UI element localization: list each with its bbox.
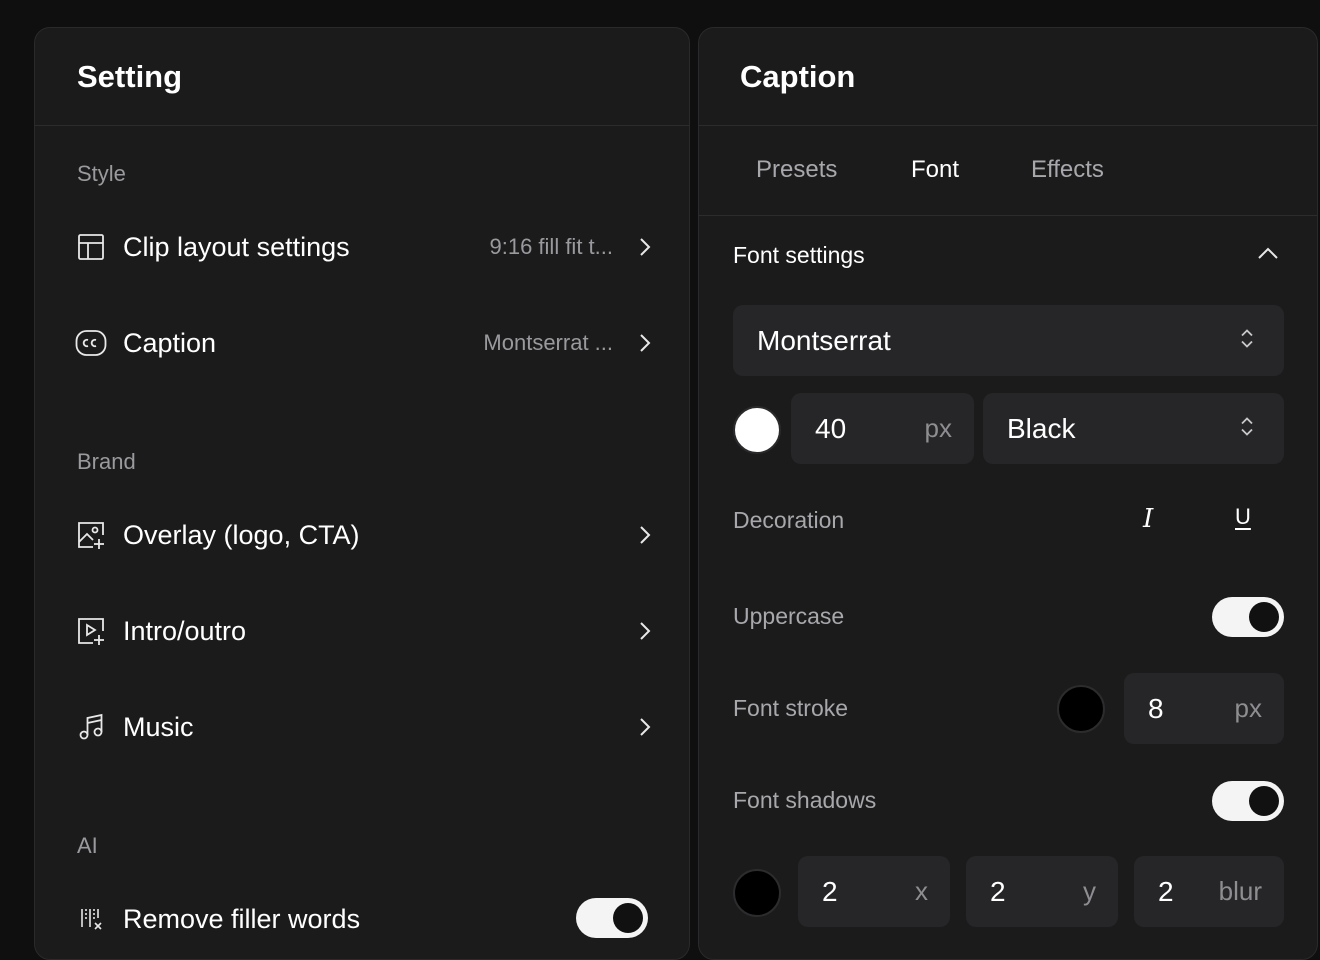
section-ai-label: AI — [77, 833, 98, 858]
font-size-unit: px — [924, 413, 952, 443]
font-settings-heading: Font settings — [733, 242, 865, 268]
shadow-y-value: 2 — [990, 875, 1006, 907]
font-settings-header[interactable]: Font settings — [733, 240, 1283, 274]
shadow-y-unit: y — [1083, 876, 1096, 906]
caption-value: Montserrat ... — [483, 330, 613, 355]
caption-panel: Caption Presets Font Effects Font settin… — [698, 27, 1318, 960]
italic-button[interactable]: I — [1143, 504, 1153, 534]
intro-outro-row[interactable]: Intro/outro — [75, 603, 655, 659]
tab-presets[interactable]: Presets — [756, 156, 837, 184]
video-plus-icon — [75, 615, 107, 647]
chevron-updown-icon — [1240, 415, 1254, 442]
uppercase-label: Uppercase — [733, 603, 845, 629]
shadow-blur-value: 2 — [1158, 875, 1174, 907]
caption-row[interactable]: Caption Montserrat ... — [75, 315, 655, 371]
stroke-width-input[interactable]: 8 px — [1124, 673, 1284, 744]
setting-panel: Setting Style Clip layout settings 9:16 … — [34, 27, 690, 960]
setting-title: Setting — [77, 58, 183, 94]
shadow-y-input[interactable]: 2 y — [966, 856, 1118, 927]
setting-header: Setting — [35, 28, 689, 126]
stroke-width-value: 8 — [1148, 692, 1164, 724]
shadow-x-unit: x — [915, 876, 928, 906]
clip-layout-label: Clip layout settings — [123, 231, 350, 262]
toggle-knob — [613, 903, 643, 933]
caption-header: Caption — [699, 28, 1317, 126]
tab-effects[interactable]: Effects — [1031, 156, 1104, 184]
shadow-x-input[interactable]: 2 x — [798, 856, 950, 927]
filler-words-icon — [75, 903, 107, 935]
shadow-x-value: 2 — [822, 875, 838, 907]
chevron-right-icon — [635, 525, 655, 545]
toggle-knob — [1249, 786, 1279, 816]
overlay-label: Overlay (logo, CTA) — [123, 519, 360, 550]
shadow-blur-unit: blur — [1218, 876, 1262, 906]
font-weight-select[interactable]: Black — [983, 393, 1284, 464]
font-color-swatch[interactable] — [733, 406, 781, 454]
clip-layout-value: 9:16 fill fit t... — [489, 234, 614, 259]
font-shadows-toggle[interactable] — [1212, 781, 1284, 821]
font-shadows-label: Font shadows — [733, 787, 877, 813]
underline-button[interactable]: U — [1235, 504, 1251, 530]
caption-tabs: Presets Font Effects — [699, 126, 1317, 216]
font-size-input[interactable]: 40 px — [791, 393, 974, 464]
tab-font[interactable]: Font — [911, 156, 959, 184]
chevron-right-icon — [635, 717, 655, 737]
stroke-color-swatch[interactable] — [1057, 685, 1105, 733]
font-weight-value: Black — [1007, 412, 1076, 444]
music-label: Music — [123, 711, 194, 742]
decoration-label: Decoration — [733, 507, 845, 533]
closed-caption-icon — [75, 327, 107, 359]
chevron-right-icon — [635, 333, 655, 353]
clip-layout-settings-row[interactable]: Clip layout settings 9:16 fill fit t... — [75, 219, 655, 275]
font-size-value: 40 — [815, 412, 847, 444]
chevron-up-icon — [1257, 246, 1279, 265]
chevron-updown-icon — [1240, 327, 1254, 354]
remove-filler-words-row: Remove filler words — [75, 891, 655, 947]
intro-outro-label: Intro/outro — [123, 615, 247, 646]
chevron-right-icon — [635, 237, 655, 257]
image-plus-icon — [75, 519, 107, 551]
music-row[interactable]: Music — [75, 699, 655, 755]
section-style-label: Style — [77, 161, 126, 186]
stroke-width-unit: px — [1234, 693, 1262, 723]
shadow-color-swatch[interactable] — [733, 869, 781, 917]
chevron-right-icon — [635, 621, 655, 641]
section-brand-label: Brand — [77, 449, 136, 474]
caption-label: Caption — [123, 327, 217, 358]
overlay-row[interactable]: Overlay (logo, CTA) — [75, 507, 655, 563]
uppercase-toggle[interactable] — [1212, 597, 1284, 637]
caption-title: Caption — [740, 58, 856, 94]
layout-icon — [75, 231, 107, 263]
music-note-icon — [75, 711, 107, 743]
font-stroke-label: Font stroke — [733, 695, 849, 721]
font-family-value: Montserrat — [757, 324, 891, 356]
shadow-blur-input[interactable]: 2 blur — [1134, 856, 1284, 927]
toggle-knob — [1249, 602, 1279, 632]
font-family-select[interactable]: Montserrat — [733, 305, 1284, 376]
remove-filler-words-toggle[interactable] — [576, 898, 648, 938]
